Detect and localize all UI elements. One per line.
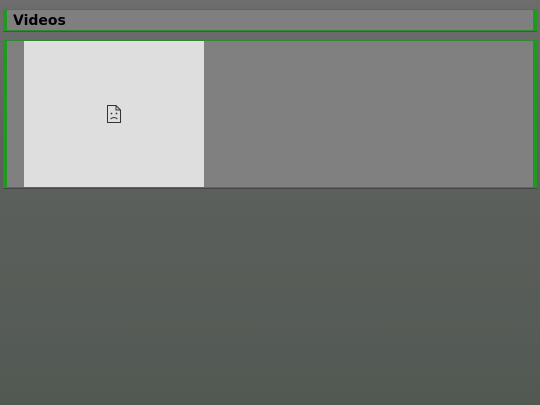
video-thumbnail[interactable] bbox=[24, 41, 204, 187]
video-list bbox=[3, 40, 537, 188]
videos-header: Videos bbox=[3, 9, 537, 31]
broken-image-icon bbox=[107, 105, 121, 123]
page-title: Videos bbox=[13, 13, 66, 29]
